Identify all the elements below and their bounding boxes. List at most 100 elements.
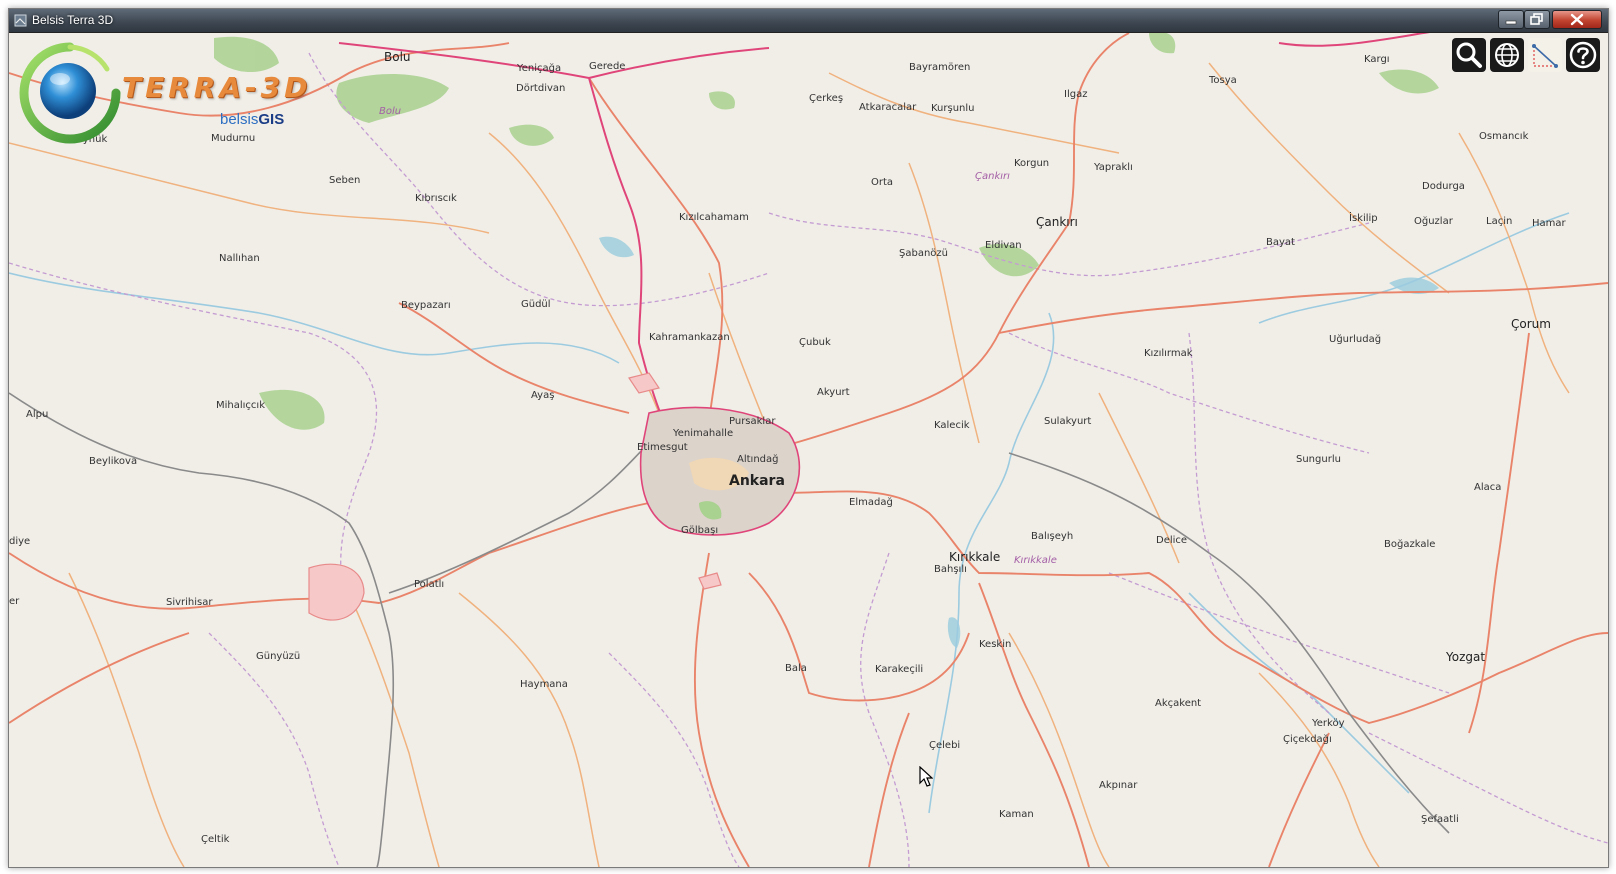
map-layer: Ankara Kırıkkale Kırıkkale Çankırı Bolu … <box>9 33 1608 867</box>
label-kirikkale: Kırıkkale <box>949 550 1000 564</box>
label-tosya: Tosya <box>1208 75 1237 86</box>
label-lacin: Laçin <box>1486 216 1512 227</box>
logo-subtitle: belsisGIS <box>220 111 284 128</box>
label-bogazkale: Boğazkale <box>1384 538 1435 550</box>
label-sulakyurt: Sulakyurt <box>1044 416 1091 427</box>
label-celtik: Çeltik <box>201 834 230 845</box>
ruler-icon <box>1532 44 1558 68</box>
label-kizilirmak: Kızılırmak <box>1144 348 1193 359</box>
label-baliseyh: Balışeyh <box>1031 531 1073 542</box>
logo-sub-prefix: belsis <box>220 111 259 128</box>
label-bolu-province: Bolu <box>379 106 401 117</box>
label-bala: Bala <box>785 663 807 674</box>
label-er: er <box>9 596 20 607</box>
label-bahsili: Bahşılı <box>934 564 967 575</box>
label-osmancik: Osmancık <box>1479 131 1529 142</box>
label-hamar: Hamar <box>1532 218 1567 229</box>
app-icon <box>14 14 27 27</box>
label-sivrihisar: Sivrihisar <box>166 597 213 608</box>
window-title: Belsis Terra 3D <box>32 13 114 27</box>
label-kizilcahamam: Kızılcahamam <box>679 212 749 223</box>
label-akcakent: Akçakent <box>1155 698 1201 709</box>
close-icon <box>1570 13 1584 26</box>
label-korgun: Korgun <box>1014 158 1049 169</box>
label-beylikova: Beylikova <box>89 456 137 467</box>
title-bar[interactable]: Belsis Terra 3D <box>9 9 1608 33</box>
label-elmadag: Elmadağ <box>849 496 893 508</box>
minimize-button[interactable] <box>1498 10 1524 29</box>
label-mihalliccik: Mihalıçcık <box>216 400 265 411</box>
application-window: Belsis Terra 3D Ankara Kırıkkale Kırıkka… <box>8 8 1609 868</box>
label-kargi: Kargı <box>1364 54 1390 65</box>
maximize-button[interactable] <box>1524 10 1550 29</box>
help-icon <box>1569 41 1597 69</box>
restore-icon <box>1530 13 1543 25</box>
label-iskilip: İskilip <box>1349 211 1378 224</box>
label-cankiri: Çankırı <box>1036 215 1078 229</box>
label-etimesgut: Etimesgut <box>637 442 688 453</box>
label-akpinar: Akpınar <box>1099 780 1138 791</box>
label-karakecili: Karakeçili <box>875 664 923 675</box>
label-kirikkale-province: Kırıkkale <box>1014 555 1057 566</box>
label-nallihan: Nallıhan <box>219 253 260 264</box>
label-kibriscik: Kıbrıscık <box>415 193 457 204</box>
close-button[interactable] <box>1552 10 1602 29</box>
logo-wordmark: TERRA-3D <box>122 71 312 104</box>
label-ugurludag: Uğurludağ <box>1329 333 1381 345</box>
label-yenicaga: Yeniçağa <box>516 62 561 74</box>
ankara-urban <box>639 406 801 536</box>
label-yozgat: Yozgat <box>1445 650 1485 664</box>
label-golbasi: Gölbaşı <box>681 525 718 536</box>
measure-button[interactable] <box>1528 38 1562 72</box>
label-alaca: Alaca <box>1474 482 1501 493</box>
label-gunyuzu: Günyüzü <box>256 651 300 662</box>
label-orta: Orta <box>871 177 893 188</box>
label-cerkes: Çerkeş <box>809 93 843 104</box>
label-kaman: Kaman <box>999 809 1034 820</box>
label-bayramoren: Bayramören <box>909 62 970 73</box>
search-button[interactable] <box>1452 38 1486 72</box>
label-ayas: Ayaş <box>531 390 554 401</box>
label-altindag: Altındağ <box>737 453 778 465</box>
label-beypazari: Beypazarı <box>401 300 451 311</box>
globe-button[interactable] <box>1490 38 1524 72</box>
label-akyurt: Akyurt <box>817 387 850 398</box>
terra-3d-logo: TERRA-3D belsisGIS <box>15 39 315 149</box>
label-dodurga: Dodurga <box>1422 181 1465 192</box>
label-ankara: Ankara <box>729 473 785 489</box>
label-delice: Delice <box>1156 535 1187 546</box>
label-polatli: Polatlı <box>414 579 444 590</box>
label-ilgaz: Ilgaz <box>1064 89 1087 100</box>
label-celebi: Çelebi <box>929 740 960 751</box>
label-gerede: Gerede <box>589 61 625 72</box>
label-yerkoy: Yerköy <box>1311 718 1345 729</box>
logo-sub-suffix: GIS <box>258 111 285 128</box>
label-eldivan: Eldivan <box>985 240 1022 251</box>
label-alpu: Alpu <box>26 409 48 420</box>
help-button[interactable] <box>1566 38 1600 72</box>
label-yaprakli: Yapraklı <box>1093 162 1133 173</box>
minimize-icon <box>1505 20 1517 25</box>
label-oguzlar: Oğuzlar <box>1414 215 1454 227</box>
globe-icon <box>1495 43 1519 67</box>
label-bayat: Bayat <box>1266 237 1295 248</box>
label-bolu: Bolu <box>384 50 411 64</box>
search-icon <box>1456 42 1482 68</box>
label-cicekdagi: Çiçekdağı <box>1283 733 1332 745</box>
label-cubuk: Çubuk <box>799 337 831 348</box>
globe-logo-icon <box>19 42 121 144</box>
label-kursunlu: Kurşunlu <box>931 103 975 114</box>
label-keskin: Keskin <box>979 639 1011 650</box>
label-yenimahalle: Yenimahalle <box>672 428 733 439</box>
map-toolbar <box>1452 38 1600 72</box>
map-canvas[interactable]: Ankara Kırıkkale Kırıkkale Çankırı Bolu … <box>9 33 1608 867</box>
label-sefaatli: Şefaatli <box>1421 814 1459 825</box>
label-sungurlu: Sungurlu <box>1296 454 1341 465</box>
label-kahramankazan: Kahramankazan <box>649 332 730 343</box>
label-kalecik: Kalecik <box>934 420 970 431</box>
mouse-cursor-icon <box>919 766 933 787</box>
label-cankiri-province: Çankırı <box>975 171 1010 182</box>
label-corum: Çorum <box>1511 317 1551 331</box>
label-dortdivan: Dörtdivan <box>516 83 565 94</box>
label-diye: diye <box>9 536 30 547</box>
